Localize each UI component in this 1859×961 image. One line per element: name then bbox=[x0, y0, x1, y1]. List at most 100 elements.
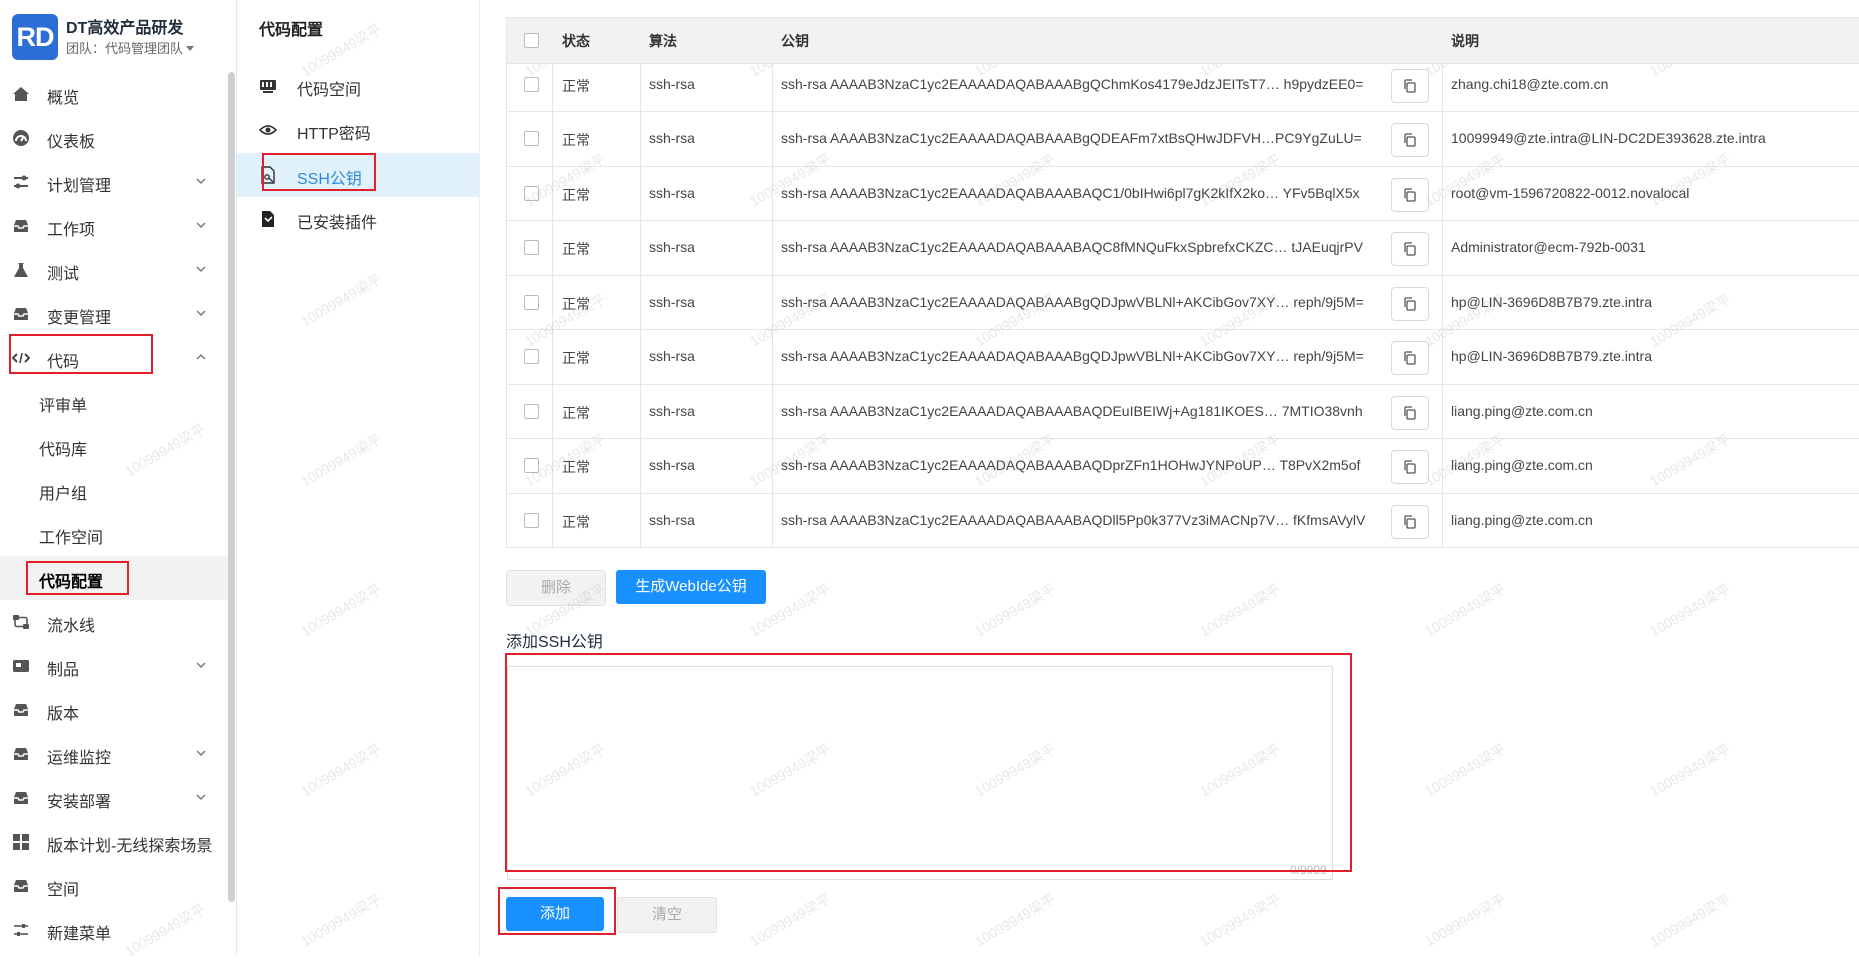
clear-button[interactable]: 清空 bbox=[617, 897, 717, 933]
row-checkbox[interactable] bbox=[524, 458, 539, 473]
nav-item-label: 工作项 bbox=[47, 222, 96, 239]
nav-item-2[interactable]: 计划管理 bbox=[0, 160, 228, 204]
submenu-item-1[interactable]: HTTP密码 bbox=[237, 108, 479, 152]
nav-item-9[interactable]: 用户组 bbox=[0, 468, 228, 512]
nav-item-5[interactable]: 变更管理 bbox=[0, 292, 228, 336]
nav-item-13[interactable]: 制品 bbox=[0, 644, 228, 688]
copy-key-button[interactable] bbox=[1391, 450, 1429, 484]
nav-item-17[interactable]: 版本计划-无线探索场景 bbox=[0, 820, 228, 864]
table-row: 正常 ssh-rsa ssh-rsa AAAAB3NzaC1yc2EAAAADAQA… bbox=[507, 330, 1859, 385]
row-description: hp@LIN-3696D8B7B79.zte.intra bbox=[1451, 348, 1652, 364]
ssh-key-input[interactable] bbox=[507, 666, 1333, 880]
submenu-title: 代码配置 bbox=[259, 22, 324, 39]
nav-item-7[interactable]: 评审单 bbox=[0, 380, 228, 424]
table-header: 状态 算法 公钥 说明 bbox=[507, 17, 1859, 64]
nav-item-0[interactable]: 概览 bbox=[0, 72, 228, 116]
copy-key-button[interactable] bbox=[1391, 395, 1429, 430]
watermark-text: 10099949梁平 bbox=[1197, 580, 1284, 640]
nav-item-label: 概览 bbox=[47, 90, 80, 107]
nav-item-12[interactable]: 流水线 bbox=[0, 600, 228, 644]
copy-key-button[interactable] bbox=[1391, 232, 1429, 266]
nav-item-18[interactable]: 空间 bbox=[0, 864, 228, 908]
key-file-icon bbox=[259, 166, 277, 184]
product-name: DT高效产品研发 bbox=[66, 20, 184, 37]
delete-button[interactable]: 删除 bbox=[506, 570, 606, 606]
nav-item-label: 新建菜单 bbox=[47, 926, 112, 943]
watermark-text: 10099949梁平 bbox=[1422, 740, 1509, 800]
copy-icon bbox=[1402, 405, 1418, 424]
row-status: 正常 bbox=[562, 295, 590, 312]
submenu-item-label: SSH公钥 bbox=[297, 171, 362, 188]
sliders-icon bbox=[12, 921, 30, 939]
watermark-text: 10099949梁平 bbox=[1422, 890, 1509, 950]
add-button[interactable]: 添加 bbox=[506, 897, 604, 931]
copy-key-button[interactable] bbox=[1391, 123, 1429, 157]
generate-webide-key-button[interactable]: 生成WebIde公钥 bbox=[616, 570, 766, 604]
row-description: root@vm-1596720822-0012.novalocal bbox=[1451, 184, 1690, 201]
app-logo[interactable]: RD bbox=[12, 14, 58, 60]
eye-icon bbox=[258, 121, 278, 139]
row-checkbox[interactable] bbox=[524, 349, 539, 364]
chevron-down-icon[interactable] bbox=[194, 174, 208, 188]
chevron-down-icon[interactable] bbox=[194, 746, 208, 760]
character-counter: 0/9999 bbox=[1290, 863, 1327, 877]
workspace-icon bbox=[259, 77, 277, 95]
chevron-down-icon[interactable] bbox=[194, 658, 208, 672]
submenu-item-label: 已安装插件 bbox=[297, 215, 378, 232]
table-row: 正常 ssh-rsa ssh-rsa AAAAB3NzaC1yc2EAAAADAQA… bbox=[507, 167, 1859, 221]
nav-item-1[interactable]: 仪表板 bbox=[0, 116, 228, 160]
team-selector[interactable]: 团队：代码管理团队 bbox=[66, 38, 195, 57]
chevron-down-icon[interactable] bbox=[194, 262, 208, 276]
nav-item-label: 仪表板 bbox=[47, 134, 96, 151]
chevron-down-icon[interactable] bbox=[194, 218, 208, 232]
watermark-text: 10099949梁平 bbox=[1647, 580, 1734, 640]
nav-item-15[interactable]: 运维监控 bbox=[0, 732, 228, 776]
nav-item-label: 代码 bbox=[47, 354, 80, 371]
submenu-item-3[interactable]: 已安装插件 bbox=[237, 197, 479, 241]
copy-icon bbox=[1402, 187, 1418, 206]
row-algorithm: ssh-rsa bbox=[649, 75, 695, 92]
nav-item-11[interactable]: 代码配置 bbox=[0, 556, 228, 600]
nav-item-label: 版本 bbox=[47, 706, 80, 723]
nav-item-label: 制品 bbox=[47, 662, 80, 679]
row-status: 正常 bbox=[562, 513, 590, 530]
nav-item-4[interactable]: 测试 bbox=[0, 248, 228, 292]
copy-key-button[interactable] bbox=[1391, 177, 1429, 212]
row-algorithm: ssh-rsa bbox=[649, 130, 695, 146]
nav-item-10[interactable]: 工作空间 bbox=[0, 512, 228, 556]
select-all-checkbox[interactable] bbox=[524, 33, 539, 48]
code-config-menu: 代码配置 代码空间 HTTP密码 SSH公钥已安装插件 bbox=[237, 0, 480, 956]
nav-item-14[interactable]: 版本 bbox=[0, 688, 228, 732]
submenu-item-0[interactable]: 代码空间 bbox=[237, 64, 479, 108]
chevron-up-icon[interactable] bbox=[194, 350, 208, 364]
nav-item-8[interactable]: 代码库 bbox=[0, 424, 228, 468]
watermark-text: 10099949梁平 bbox=[1422, 580, 1509, 640]
row-checkbox[interactable] bbox=[524, 185, 539, 201]
nav-scrollbar[interactable] bbox=[228, 72, 235, 902]
chevron-down-icon[interactable] bbox=[194, 306, 208, 320]
row-checkbox[interactable] bbox=[524, 131, 539, 146]
copy-icon bbox=[1402, 241, 1418, 260]
nav-item-16[interactable]: 安装部署 bbox=[0, 776, 228, 820]
row-checkbox[interactable] bbox=[524, 240, 539, 255]
nav-item-6[interactable]: 代码 bbox=[0, 336, 228, 380]
team-label: 团队：代码管理团队 bbox=[66, 41, 184, 56]
table-row: 正常 ssh-rsa ssh-rsa AAAAB3NzaC1yc2EAAAADAQA… bbox=[507, 439, 1859, 494]
copy-key-button[interactable] bbox=[1391, 504, 1429, 539]
nav-item-3[interactable]: 工作项 bbox=[0, 204, 228, 248]
chevron-down-icon[interactable] bbox=[194, 790, 208, 804]
copy-key-button[interactable] bbox=[1391, 68, 1429, 103]
row-checkbox[interactable] bbox=[524, 512, 539, 528]
submenu-item-2[interactable]: SSH公钥 bbox=[237, 153, 479, 197]
grid-icon bbox=[12, 833, 30, 851]
copy-key-button[interactable] bbox=[1391, 286, 1429, 321]
nav-item-label: 测试 bbox=[47, 266, 80, 283]
nav-item-label: 计划管理 bbox=[47, 178, 112, 195]
watermark-text: 10099949梁平 bbox=[1647, 890, 1734, 950]
row-checkbox[interactable] bbox=[524, 403, 539, 419]
nav-item-19[interactable]: 新建菜单 bbox=[0, 908, 228, 952]
copy-key-button[interactable] bbox=[1391, 341, 1429, 375]
row-checkbox[interactable] bbox=[524, 294, 539, 310]
row-checkbox[interactable] bbox=[524, 76, 539, 92]
nav-item-label: 安装部署 bbox=[47, 794, 112, 811]
